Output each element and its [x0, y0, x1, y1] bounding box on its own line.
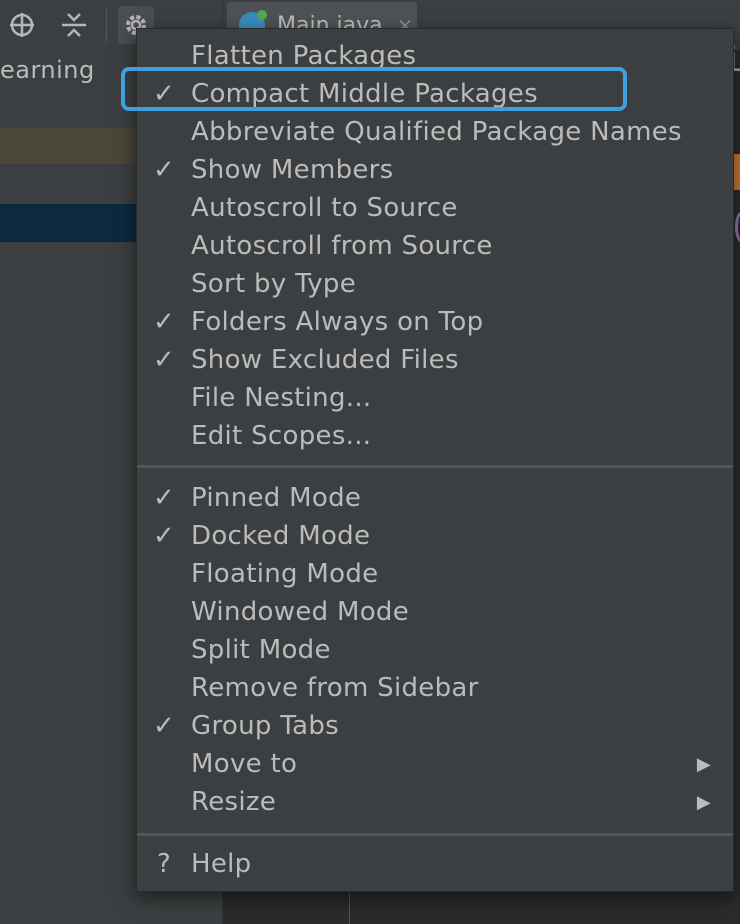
menu-item-show-excluded-files[interactable]: ✓ Show Excluded Files: [137, 341, 733, 379]
menu-item-label: Autoscroll to Source: [191, 193, 458, 223]
menu-section-help: ? Help: [137, 845, 733, 883]
check-icon: ✓: [152, 345, 176, 375]
menu-section-view-mode: ✓ Pinned Mode ✓ Docked Mode Floating Mode Win…: [137, 479, 733, 821]
options-popup-menu: Flatten Packages ✓ Compact Middle Packages…: [121, 28, 734, 892]
menu-item-split-mode[interactable]: Split Mode: [137, 631, 733, 669]
menu-item-label: Sort by Type: [191, 269, 357, 299]
menu-item-sort-by-type[interactable]: Sort by Type: [137, 265, 733, 303]
menu-item-autoscroll-from-source[interactable]: Autoscroll from Source: [137, 227, 733, 265]
menu-item-docked-mode[interactable]: ✓ Docked Mode: [137, 517, 733, 555]
menu-item-folders-always-on-top[interactable]: ✓ Folders Always on Top: [137, 303, 733, 341]
menu-item-file-nesting[interactable]: File Nesting...: [137, 379, 733, 417]
menu-item-label: Flatten Packages: [191, 41, 417, 71]
menu-item-label: Folders Always on Top: [191, 307, 484, 337]
check-icon: ✓: [152, 521, 176, 551]
menu-item-label: Group Tabs: [191, 711, 339, 741]
menu-item-compact-middle-packages[interactable]: ✓ Compact Middle Packages: [137, 75, 733, 113]
menu-item-group-tabs[interactable]: ✓ Group Tabs: [137, 707, 733, 745]
project-name[interactable]: earning: [0, 56, 95, 84]
check-icon: ✓: [152, 483, 176, 513]
menu-item-label: Split Mode: [191, 635, 331, 665]
menu-item-label: Show Excluded Files: [191, 345, 459, 375]
menu-item-label: Edit Scopes...: [191, 421, 372, 451]
menu-item-label: Move to: [191, 749, 298, 779]
menu-item-label: Help: [191, 849, 252, 879]
menu-item-windowed-mode[interactable]: Windowed Mode: [137, 593, 733, 631]
menu-separator: [137, 833, 733, 836]
help-icon: ?: [156, 849, 172, 879]
collapse-all-icon[interactable]: [56, 6, 92, 44]
toolbar-separator: [106, 8, 107, 42]
menu-item-label: Docked Mode: [191, 521, 371, 551]
check-icon: ✓: [152, 155, 176, 185]
code-fragment-keyword: [733, 154, 740, 190]
menu-item-pinned-mode[interactable]: ✓ Pinned Mode: [137, 479, 733, 517]
menu-separator: [137, 465, 733, 468]
submenu-arrow-icon: ▶: [696, 753, 711, 775]
menu-item-flatten-packages[interactable]: Flatten Packages: [137, 37, 733, 75]
menu-item-floating-mode[interactable]: Floating Mode: [137, 555, 733, 593]
menu-item-label: File Nesting...: [191, 383, 372, 413]
menu-item-autoscroll-to-source[interactable]: Autoscroll to Source: [137, 189, 733, 227]
menu-item-label: Windowed Mode: [191, 597, 410, 627]
check-icon: ✓: [152, 79, 176, 109]
menu-item-label: Show Members: [191, 155, 394, 185]
menu-item-abbreviate-qualified-package-names[interactable]: Abbreviate Qualified Package Names: [137, 113, 733, 151]
menu-item-label: Abbreviate Qualified Package Names: [191, 117, 682, 147]
menu-item-edit-scopes[interactable]: Edit Scopes...: [137, 417, 733, 455]
menu-item-move-to[interactable]: Move to ▶: [137, 745, 733, 783]
menu-item-remove-from-sidebar[interactable]: Remove from Sidebar: [137, 669, 733, 707]
submenu-arrow-icon: ▶: [696, 791, 711, 813]
menu-item-label: Resize: [191, 787, 277, 817]
menu-item-label: Floating Mode: [191, 559, 379, 589]
menu-section-view-options: Flatten Packages ✓ Compact Middle Packages…: [137, 37, 733, 455]
menu-item-label: Compact Middle Packages: [191, 79, 538, 109]
ide-window: earning Main.java × i Flatten Packages✓C…: [0, 0, 740, 924]
menu-item-label: Pinned Mode: [191, 483, 362, 513]
menu-item-help[interactable]: ? Help: [137, 845, 733, 883]
locate-icon[interactable]: [4, 6, 40, 44]
check-icon: ✓: [152, 711, 176, 741]
menu-item-show-members[interactable]: ✓ Show Members: [137, 151, 733, 189]
code-fragment-symbol: [735, 212, 740, 242]
menu-item-label: Remove from Sidebar: [191, 673, 479, 703]
menu-item-label: Autoscroll from Source: [191, 231, 493, 261]
check-icon: ✓: [152, 307, 176, 337]
menu-item-resize[interactable]: Resize ▶: [137, 783, 733, 821]
